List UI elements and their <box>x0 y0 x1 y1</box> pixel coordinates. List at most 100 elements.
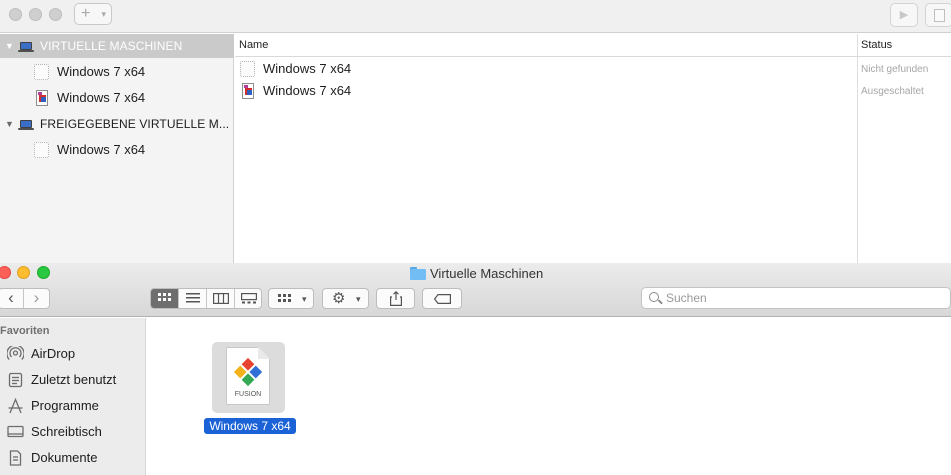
sidebar-group-label: VIRTUELLE MASCHINEN <box>40 39 183 53</box>
search-input[interactable]: Suchen <box>641 287 951 309</box>
column-view-button[interactable] <box>207 289 235 308</box>
file-type-badge: FUSION <box>234 391 262 398</box>
gallery-icon <box>241 293 258 304</box>
gear-icon: ⚙ <box>332 290 346 307</box>
vm-library-window: + ▾ ▶ ▼ VIRTUELLE MASCHINEN Windows 7 x6… <box>0 0 951 263</box>
column-header-name[interactable]: Name <box>239 34 268 57</box>
laptop-icon <box>18 42 34 52</box>
table-row[interactable]: Windows 7 x64 Ausgeschaltet <box>235 80 951 102</box>
finder-toolbar: Virtuelle Maschinen ‹ › ▾ ⚙ ▾ Suchen <box>0 263 951 317</box>
missing-vm-icon <box>34 142 49 158</box>
vm-library-titlebar: + ▾ ▶ <box>0 0 951 33</box>
chevron-down-icon: ▾ <box>356 294 361 304</box>
search-placeholder: Suchen <box>666 291 707 305</box>
group-by-button[interactable]: ▾ <box>268 288 314 309</box>
list-icon <box>185 293 200 303</box>
chevron-left-icon: ‹ <box>8 288 14 307</box>
grid-icon <box>278 294 291 302</box>
gallery-view-button[interactable] <box>235 289 261 308</box>
search-icon <box>649 292 659 302</box>
windows-vm-icon <box>242 83 254 99</box>
zoom-window-button[interactable] <box>49 8 62 21</box>
sidebar-vm-label: Windows 7 x64 <box>57 64 146 79</box>
vmware-fusion-file-icon: FUSION <box>226 347 270 405</box>
snapshot-icon <box>934 9 945 22</box>
airdrop-icon <box>7 346 24 360</box>
vm-library-sidebar: ▼ VIRTUELLE MASCHINEN Windows 7 x64 Wind… <box>0 34 234 263</box>
back-button[interactable]: ‹ <box>0 289 24 308</box>
window-title-text: Virtuelle Maschinen <box>430 266 544 281</box>
grid-icon <box>157 293 171 301</box>
sidebar-item-label: Programme <box>31 398 99 413</box>
disclosure-triangle-icon[interactable]: ▼ <box>5 112 14 136</box>
sidebar-item-documents[interactable]: Dokumente <box>0 445 146 471</box>
vm-status: Ausgeschaltet <box>861 86 924 97</box>
applications-icon <box>8 398 23 414</box>
columns-icon <box>212 293 229 305</box>
minimize-window-button[interactable] <box>29 8 42 21</box>
view-mode-control <box>150 288 262 309</box>
sidebar-item-label: Dokumente <box>31 450 98 465</box>
sidebar-vm-label: Windows 7 x64 <box>57 142 146 157</box>
sidebar-item-label: Zuletzt benutzt <box>31 372 117 387</box>
disclosure-triangle-icon[interactable]: ▼ <box>5 34 14 58</box>
share-icon <box>390 291 402 306</box>
vm-list: Name Status Windows 7 x64 Nicht gefunden… <box>235 34 951 263</box>
table-row[interactable]: Windows 7 x64 Nicht gefunden <box>235 58 951 80</box>
icon-view-button[interactable] <box>151 289 179 308</box>
sidebar-item-recents[interactable]: Zuletzt benutzt <box>0 367 146 393</box>
minimize-window-button[interactable] <box>17 266 30 279</box>
recents-icon <box>8 372 23 388</box>
sidebar-vm-label: Windows 7 x64 <box>57 90 146 105</box>
plus-icon: + <box>81 5 91 22</box>
sidebar-group-virtual-machines[interactable]: ▼ VIRTUELLE MASCHINEN <box>0 34 234 58</box>
finder-sidebar: Favoriten AirDrop Zuletzt benutzt Progra… <box>0 318 146 475</box>
action-menu-button[interactable]: ⚙ ▾ <box>322 288 369 309</box>
add-vm-button[interactable]: + ▾ <box>74 3 112 25</box>
folder-icon <box>410 267 426 280</box>
sidebar-vm-item[interactable]: Windows 7 x64 <box>0 137 234 163</box>
close-window-button[interactable] <box>9 8 22 21</box>
sidebar-item-label: Schreibtisch <box>31 424 102 439</box>
sidebar-item-applications[interactable]: Programme <box>0 393 146 419</box>
zoom-window-button[interactable] <box>37 266 50 279</box>
vmware-fusion-logo-icon <box>233 357 263 387</box>
sidebar-vm-item[interactable]: Windows 7 x64 <box>0 85 234 111</box>
sidebar-item-label: AirDrop <box>31 346 76 361</box>
sidebar-item-desktop[interactable]: Schreibtisch <box>0 419 146 445</box>
play-icon: ▶ <box>899 9 909 21</box>
forward-button[interactable]: › <box>24 289 49 308</box>
chevron-down-icon: ▾ <box>302 294 307 304</box>
snapshot-button[interactable] <box>925 3 951 27</box>
windows-vm-icon <box>36 90 48 106</box>
sidebar-group-shared-virtual-machines[interactable]: ▼ FREIGEGEBENE VIRTUELLE M... <box>0 112 234 136</box>
file-item[interactable]: FUSION Windows 7 x64 <box>204 342 296 442</box>
share-button[interactable] <box>376 288 415 309</box>
sidebar-group-label: FREIGEGEBENE VIRTUELLE M... <box>40 117 230 131</box>
sidebar-vm-item[interactable]: Windows 7 x64 <box>0 59 234 85</box>
file-name-label[interactable]: Windows 7 x64 <box>204 418 296 434</box>
desktop-icon <box>7 425 24 438</box>
vm-status: Nicht gefunden <box>861 64 929 75</box>
vm-name: Windows 7 x64 <box>263 61 352 76</box>
tag-icon <box>434 294 451 304</box>
missing-vm-icon <box>240 61 255 77</box>
close-window-button[interactable] <box>0 266 11 279</box>
chevron-right-icon: › <box>33 288 40 307</box>
tags-button[interactable] <box>422 288 462 309</box>
vm-name: Windows 7 x64 <box>263 83 352 98</box>
column-header-status[interactable]: Status <box>861 34 892 57</box>
laptop-icon <box>18 120 34 130</box>
sidebar-item-airdrop[interactable]: AirDrop <box>0 341 146 367</box>
finder-window: Virtuelle Maschinen ‹ › ▾ ⚙ ▾ Suchen Fav… <box>0 263 951 475</box>
window-title: Virtuelle Maschinen <box>410 265 543 283</box>
nav-buttons: ‹ › <box>0 288 50 309</box>
finder-content-area: FUSION Windows 7 x64 <box>147 318 951 475</box>
vm-list-header: Name Status <box>235 34 951 57</box>
missing-vm-icon <box>34 64 49 80</box>
favorites-heading: Favoriten <box>0 325 50 337</box>
chevron-down-icon: ▾ <box>101 9 106 19</box>
list-view-button[interactable] <box>179 289 207 308</box>
file-thumbnail-selection: FUSION <box>212 342 285 413</box>
start-vm-button[interactable]: ▶ <box>890 3 918 27</box>
